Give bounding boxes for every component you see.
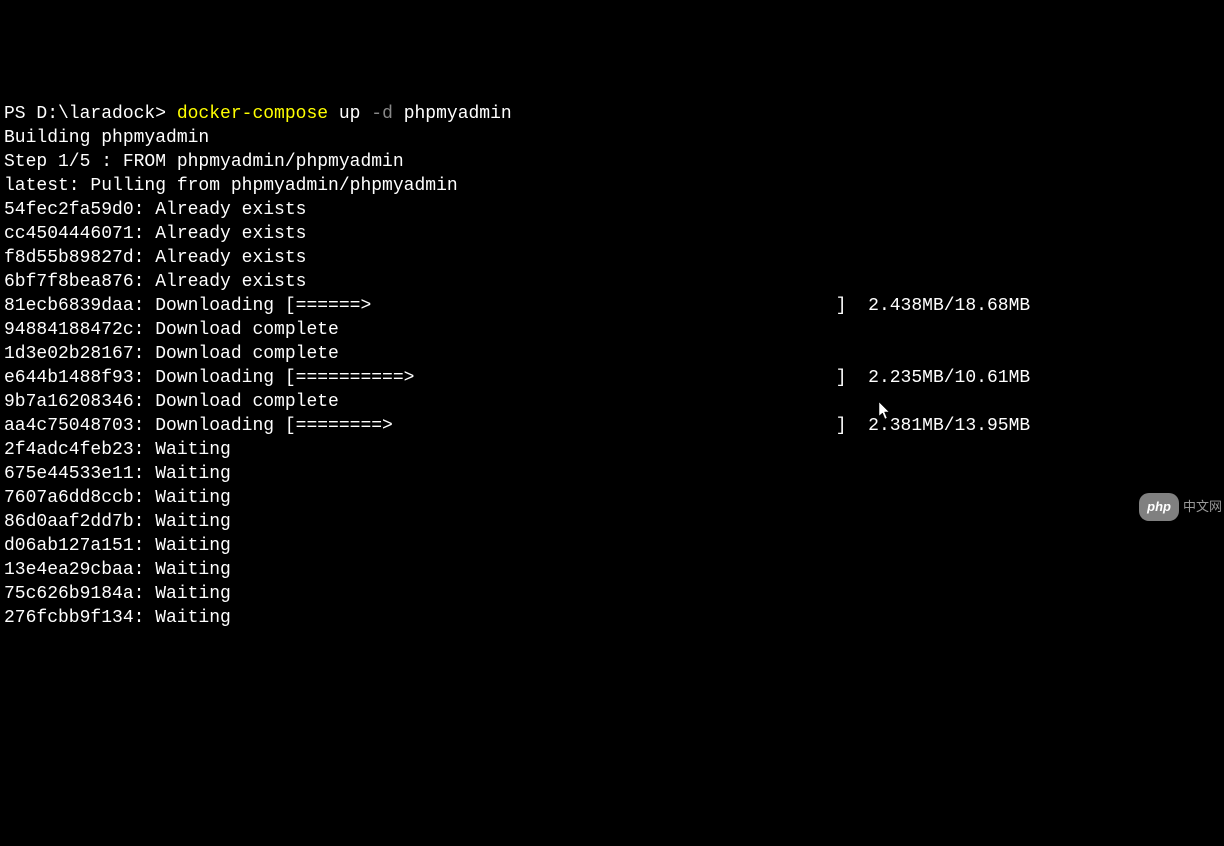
- layer-line: 1d3e02b28167: Download complete: [4, 342, 1220, 366]
- layer-line: aa4c75048703: Downloading [========> ] 2…: [4, 414, 1220, 438]
- layer-line: 54fec2fa59d0: Already exists: [4, 198, 1220, 222]
- layer-line: 94884188472c: Download complete: [4, 318, 1220, 342]
- layer-line: 13e4ea29cbaa: Waiting: [4, 558, 1220, 582]
- layer-line: 81ecb6839daa: Downloading [======> ] 2.4…: [4, 294, 1220, 318]
- layer-line: 7607a6dd8ccb: Waiting: [4, 486, 1220, 510]
- terminal-output[interactable]: PS D:\laradock> docker-compose up -d php…: [4, 102, 1220, 630]
- layer-line: e644b1488f93: Downloading [==========> ]…: [4, 366, 1220, 390]
- layer-line: 276fcbb9f134: Waiting: [4, 606, 1220, 630]
- php-badge: php: [1139, 493, 1179, 521]
- build-line: Step 1/5 : FROM phpmyadmin/phpmyadmin: [4, 150, 1220, 174]
- command-sub: up: [328, 104, 371, 124]
- command-arg: phpmyadmin: [393, 104, 512, 124]
- build-line: Building phpmyadmin: [4, 126, 1220, 150]
- command-name: docker-compose: [177, 104, 328, 124]
- php-badge-text: php: [1147, 495, 1171, 519]
- layer-line: 675e44533e11: Waiting: [4, 462, 1220, 486]
- layer-line: 9b7a16208346: Download complete: [4, 390, 1220, 414]
- build-line: latest: Pulling from phpmyadmin/phpmyadm…: [4, 174, 1220, 198]
- watermark-text: 中文网: [1183, 495, 1222, 519]
- layer-line: 2f4adc4feb23: Waiting: [4, 438, 1220, 462]
- layer-line: 86d0aaf2dd7b: Waiting: [4, 510, 1220, 534]
- watermark: php 中文网: [1139, 493, 1222, 521]
- prompt-prefix: PS D:\laradock>: [4, 104, 177, 124]
- prompt-line: PS D:\laradock> docker-compose up -d php…: [4, 102, 1220, 126]
- layer-line: d06ab127a151: Waiting: [4, 534, 1220, 558]
- layer-line: 75c626b9184a: Waiting: [4, 582, 1220, 606]
- command-flag: -d: [371, 104, 393, 124]
- layer-line: cc4504446071: Already exists: [4, 222, 1220, 246]
- layer-line: 6bf7f8bea876: Already exists: [4, 270, 1220, 294]
- layer-line: f8d55b89827d: Already exists: [4, 246, 1220, 270]
